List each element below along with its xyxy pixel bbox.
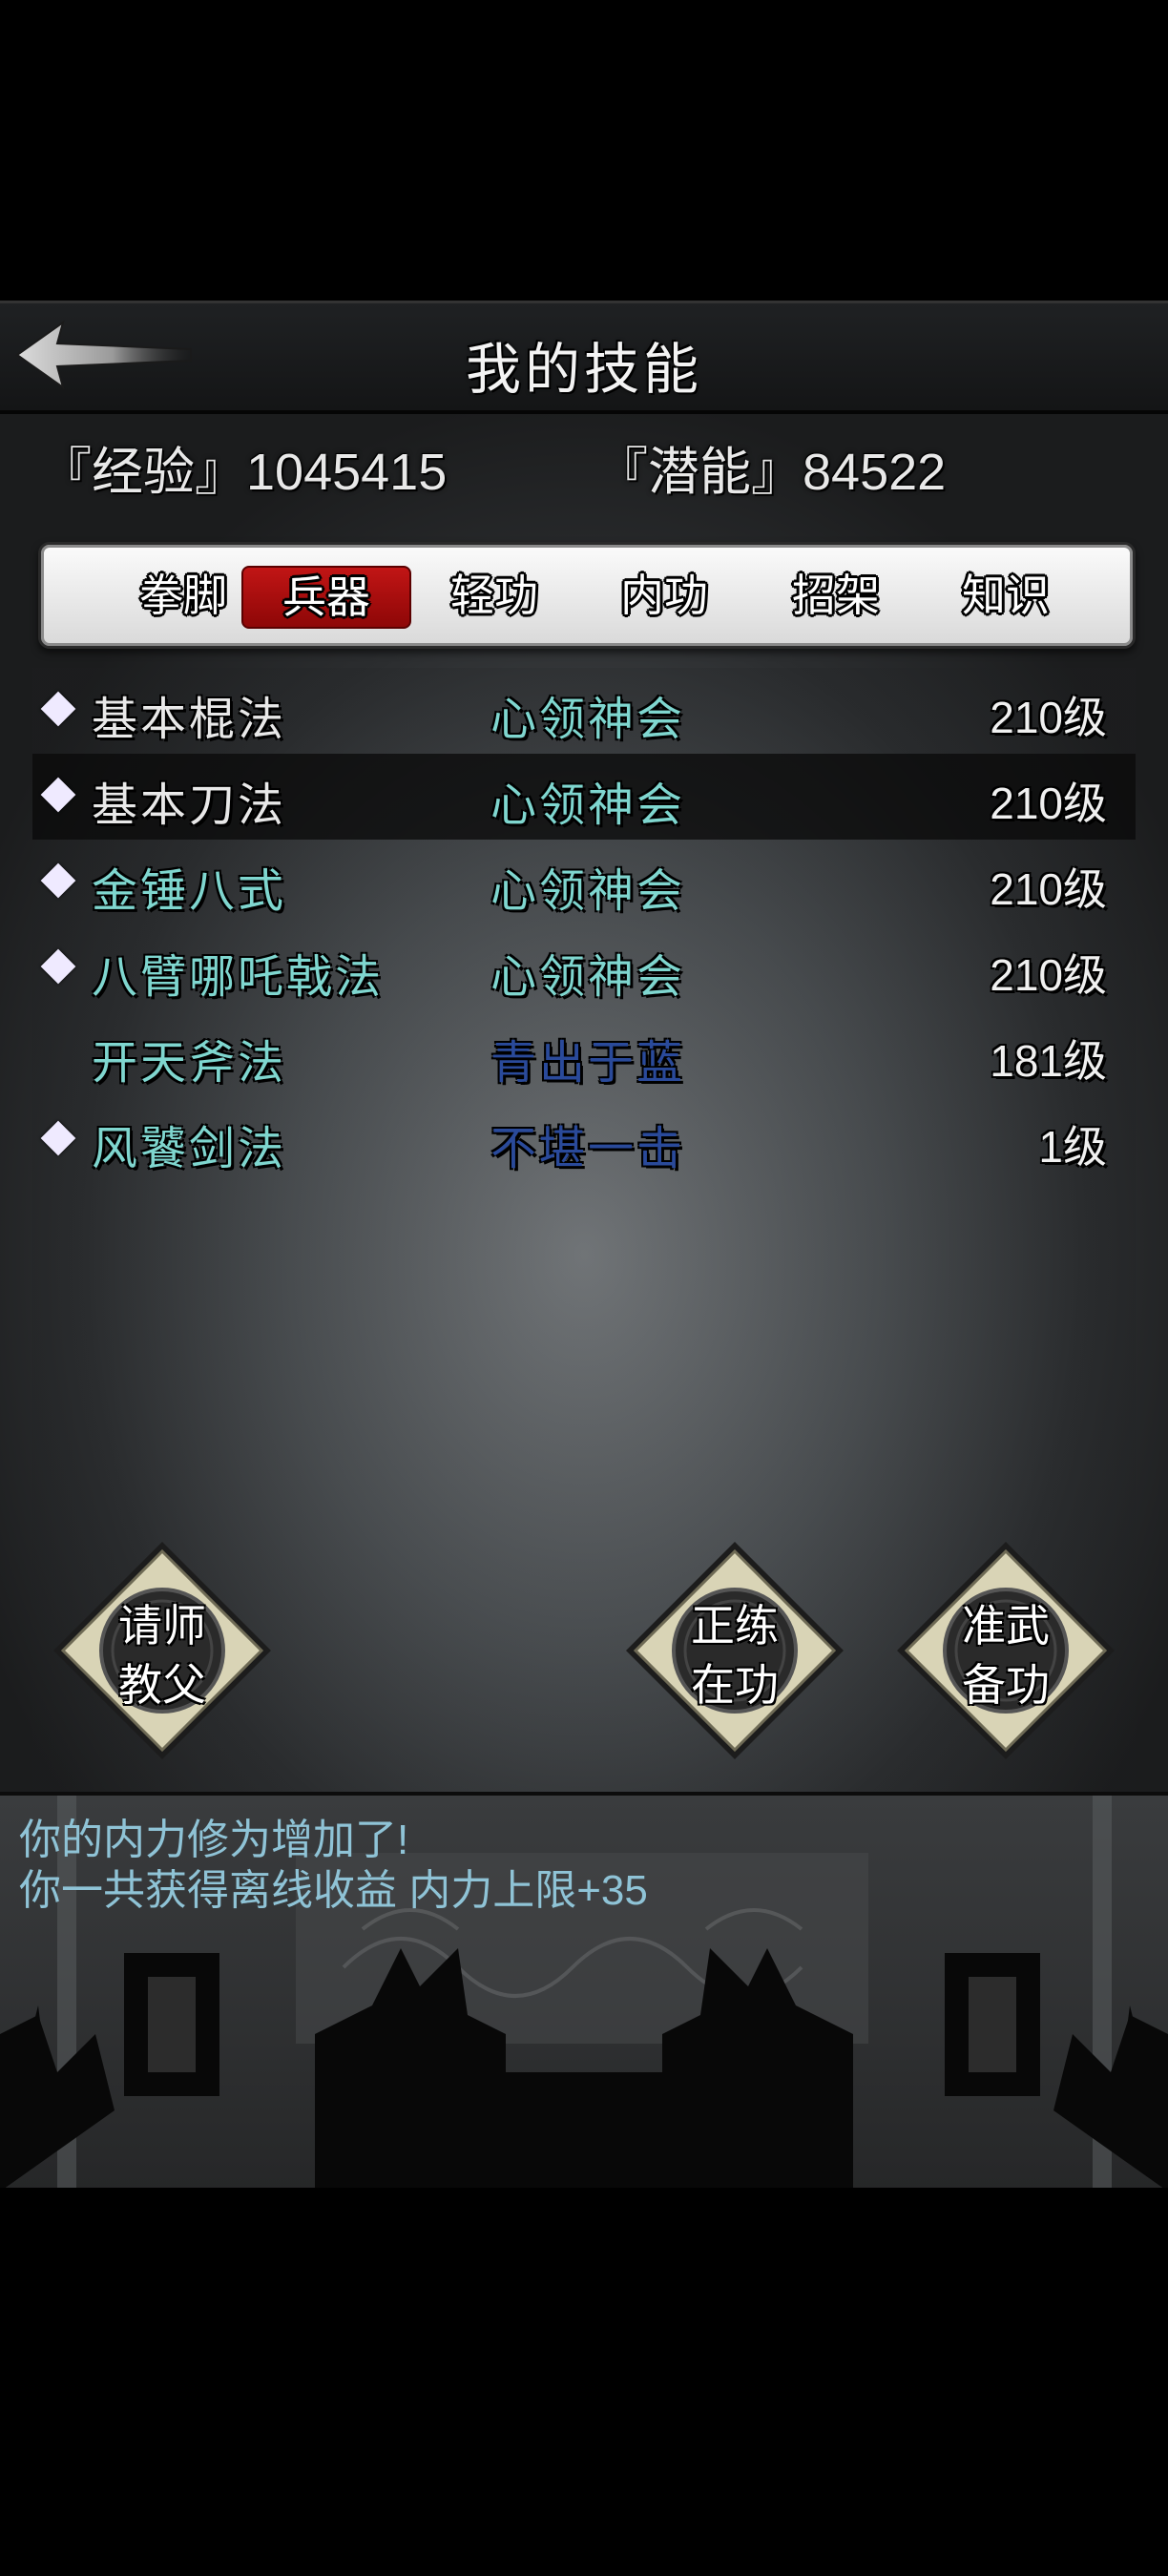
skill-name: 基本棍法 [92, 693, 287, 746]
ask-master-button[interactable]: 请师 教父 [50, 1538, 275, 1763]
skill-row[interactable]: 基本刀法 心领神会 210级 [32, 754, 1136, 840]
practice-label-2: 在功 [691, 1659, 779, 1711]
potential-value: 『潜能』84522 [596, 444, 947, 501]
skill-name: 八臂哪吒戟法 [92, 950, 385, 1004]
tab-knowledge[interactable]: 知识 [923, 566, 1089, 625]
skill-grade: 181级 [990, 1036, 1107, 1086]
tab-weapons[interactable]: 兵器 [241, 566, 411, 629]
tab-inner-force[interactable]: 内功 [581, 566, 747, 625]
skill-mastery: 心领神会 [490, 779, 686, 832]
skill-grade: 210级 [990, 864, 1107, 914]
prepare-label-2: 备功 [962, 1659, 1050, 1711]
skill-mastery: 心领神会 [490, 693, 686, 746]
skill-category-tabs: 拳脚 兵器 轻功 内功 招架 知识 [38, 542, 1136, 649]
diamond-marker-icon [40, 862, 76, 899]
skill-mastery: 不堪一击 [490, 1122, 686, 1175]
skill-row[interactable]: 八臂哪吒戟法 心领神会 210级 [32, 925, 1136, 1011]
diamond-marker-icon [40, 1120, 76, 1156]
skill-grade: 210级 [990, 693, 1107, 742]
skill-row[interactable]: 金锤八式 心领神会 210级 [32, 840, 1136, 925]
skill-row[interactable]: 开天斧法 青出于蓝 181级 [32, 1011, 1136, 1097]
skill-mastery: 青出于蓝 [490, 1036, 686, 1090]
skill-name: 开天斧法 [92, 1036, 287, 1090]
message-line: 你一共获得离线收益 内力上限+35 [19, 1867, 648, 1914]
tab-lightness[interactable]: 轻功 [411, 566, 577, 625]
practice-button[interactable]: 正练 在功 [622, 1538, 847, 1763]
skill-grade: 210级 [990, 950, 1107, 1000]
skill-grade: 210级 [990, 779, 1107, 828]
diamond-marker-icon [40, 777, 76, 813]
experience-value: 『经验』1045415 [40, 444, 448, 501]
skill-name: 基本刀法 [92, 779, 287, 832]
message-log[interactable]: 你的内力修为增加了! 你一共获得离线收益 内力上限+35 [0, 1792, 1168, 2188]
stats-row: 『经验』1045415 『潜能』84522 [0, 429, 1168, 506]
skill-grade: 1级 [1038, 1122, 1107, 1172]
ask-master-label-2: 教父 [118, 1659, 206, 1711]
page-title: 我的技能 [465, 337, 702, 402]
tab-parry[interactable]: 招架 [753, 566, 919, 625]
diamond-marker-icon [40, 948, 76, 985]
skills-screen: 我的技能 『经验』1045415 『潜能』84522 拳脚 兵器 轻功 内功 招… [0, 301, 1168, 2188]
skill-name: 风饕剑法 [92, 1122, 287, 1175]
ask-master-label-1: 请师 [118, 1600, 206, 1652]
skill-row[interactable]: 基本棍法 心领神会 210级 [32, 668, 1136, 754]
header-bar: 我的技能 [0, 301, 1168, 414]
skill-mastery: 心领神会 [490, 950, 686, 1004]
diamond-marker-icon [40, 691, 76, 727]
skill-name: 金锤八式 [92, 864, 287, 918]
skill-row[interactable]: 风饕剑法 不堪一击 1级 [32, 1097, 1136, 1183]
skill-mastery: 心领神会 [490, 864, 686, 918]
prepare-label-1: 准武 [962, 1600, 1050, 1652]
practice-label-1: 正练 [691, 1600, 779, 1652]
prepare-button[interactable]: 准武 备功 [893, 1538, 1118, 1763]
